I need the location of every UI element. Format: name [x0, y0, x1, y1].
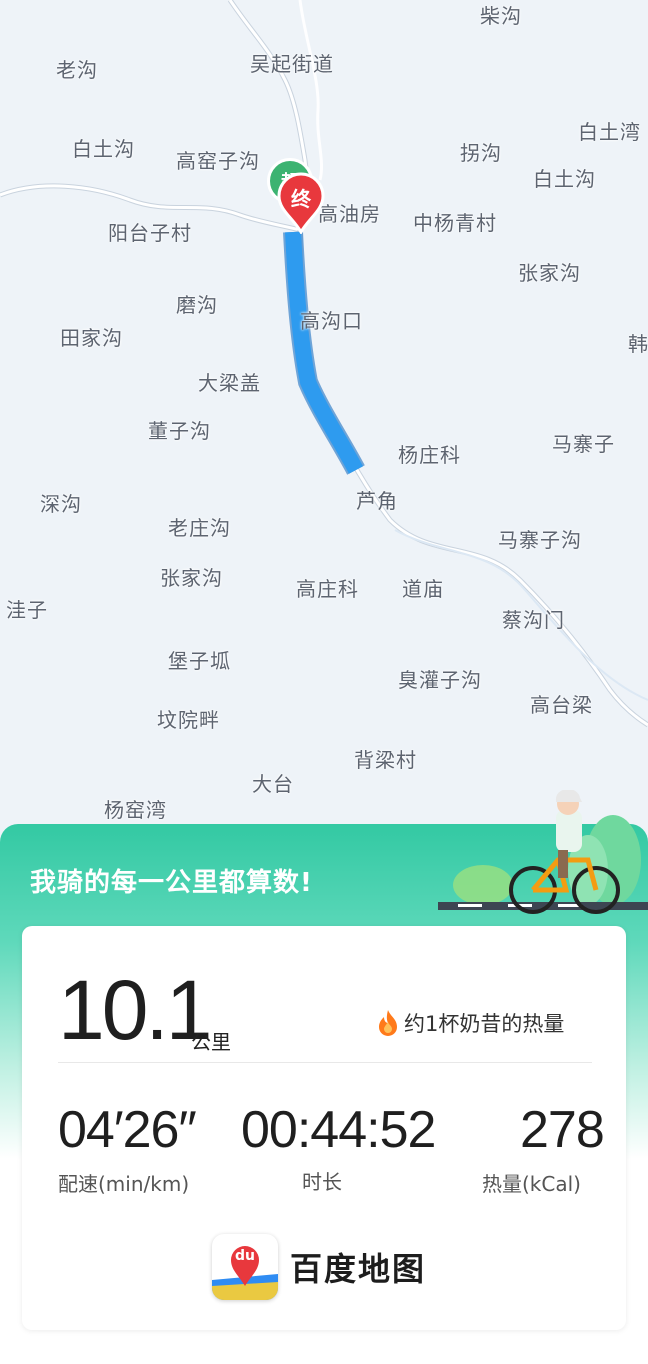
place-label: 韩 — [628, 332, 648, 356]
end-marker-label: 终 — [291, 187, 311, 211]
flame-icon — [379, 1010, 397, 1036]
pace-value: 04′26″ — [58, 1101, 197, 1159]
calories-value: 278 — [520, 1101, 605, 1159]
place-label: 柴沟 — [480, 4, 522, 28]
place-label: 高油房 — [318, 202, 381, 226]
place-label: 中杨青村 — [413, 211, 497, 235]
place-label: 杨窑湾 — [104, 798, 167, 822]
baidu-map-app-icon: du — [212, 1234, 278, 1300]
place-label: 磨沟 — [176, 293, 218, 317]
cyclist-illustration-icon — [438, 790, 648, 914]
place-label: 蔡沟门 — [502, 608, 565, 632]
brand-logo: du 百度地图 — [212, 1234, 426, 1300]
place-label: 马寨子沟 — [498, 528, 582, 552]
place-label: 深沟 — [40, 492, 82, 516]
place-label: 道庙 — [402, 577, 444, 601]
place-label: 高窑子沟 — [176, 149, 260, 173]
place-label: 阳台子村 — [108, 221, 192, 245]
place-label: 白土湾 — [578, 120, 641, 144]
place-label: 拐沟 — [460, 141, 502, 165]
pace-label: 配速(min/km) — [58, 1172, 190, 1196]
place-label: 堡子坬 — [168, 649, 231, 673]
place-label: 臭灌子沟 — [398, 668, 482, 692]
distance-value: 10.1 — [58, 963, 212, 1057]
calorie-note: 约1杯奶昔的热量 — [376, 1008, 564, 1038]
place-label: 背梁村 — [354, 748, 417, 772]
place-label: 杨庄科 — [398, 443, 461, 467]
brand-name: 百度地图 — [290, 1250, 427, 1288]
place-label: 田家沟 — [60, 326, 123, 350]
place-label: 张家沟 — [518, 261, 581, 285]
duration-label: 时长 — [302, 1170, 342, 1194]
place-label: 大梁盖 — [198, 371, 261, 395]
place-label: 高台梁 — [530, 693, 593, 717]
calorie-note-text: 约1杯奶昔的热量 — [404, 1012, 565, 1036]
duration-value: 00:44:52 — [241, 1101, 436, 1159]
distance-unit: 公里 — [191, 1030, 231, 1054]
place-label: 白土沟 — [533, 167, 596, 191]
divider — [58, 1062, 592, 1063]
place-label: 张家沟 — [160, 566, 223, 590]
place-label: 老庄沟 — [168, 516, 231, 540]
place-label: 吴起街道 — [250, 52, 334, 76]
place-label: 坟院畔 — [157, 708, 220, 732]
slogan-text: 我骑的每一公里都算数! — [30, 868, 313, 898]
place-label: 白土沟 — [72, 137, 135, 161]
place-label: 高沟口 — [300, 309, 363, 333]
place-label: 老沟 — [56, 58, 98, 82]
place-label: 高庄科 — [296, 577, 359, 601]
calories-label: 热量(kCal) — [482, 1172, 581, 1196]
place-label: 芦角 — [356, 489, 398, 513]
place-label: 马寨子 — [552, 432, 615, 456]
place-label: 董子沟 — [148, 419, 211, 443]
place-label: 大台 — [252, 772, 294, 796]
brand-logo-text: du — [235, 1248, 255, 1264]
place-label: 洼子 — [6, 598, 48, 622]
